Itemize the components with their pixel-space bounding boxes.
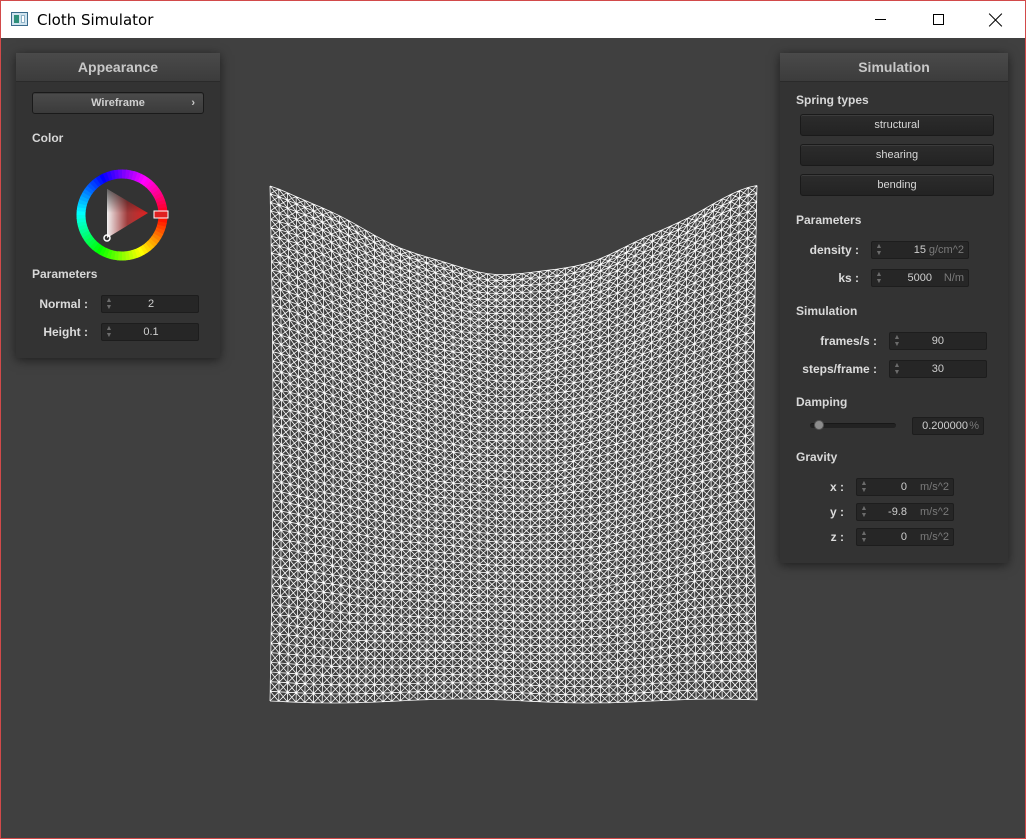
cloth-wireframe-lines (269, 185, 758, 704)
app-icon (11, 12, 28, 26)
steps-per-frame-input[interactable]: ▲ ▼ 30 (889, 360, 987, 378)
shading-mode-value: Wireframe (91, 97, 145, 109)
close-icon (989, 13, 1003, 27)
chevron-right-icon: › (191, 97, 195, 109)
damping-input[interactable]: 0.200000 % (912, 417, 984, 435)
spinner-icon[interactable]: ▲ ▼ (860, 480, 868, 494)
damping-label: Damping (796, 395, 848, 409)
gravity-z-input[interactable]: ▲ ▼ 0 m/s^2 (856, 528, 954, 546)
gravity-label: Gravity (796, 450, 838, 464)
spinner-icon[interactable]: ▲ ▼ (860, 505, 868, 519)
ks-label: ks : (838, 271, 859, 285)
shading-mode-dropdown[interactable]: Wireframe › (32, 92, 204, 114)
bending-toggle-button[interactable]: bending (800, 174, 994, 196)
spinner-icon[interactable]: ▲ ▼ (860, 530, 868, 544)
simulation-panel: Simulation Spring types structural shear… (780, 53, 1008, 563)
maximize-icon (932, 14, 944, 25)
density-input[interactable]: ▲ ▼ 15 g/cm^2 (871, 241, 969, 259)
spinner-icon[interactable]: ▲ ▼ (875, 271, 883, 285)
3d-viewport[interactable]: Appearance Wireframe › Color Parameters … (1, 38, 1025, 838)
appearance-parameters-label: Parameters (32, 267, 98, 281)
appearance-panel-title[interactable]: Appearance (16, 53, 220, 82)
height-input[interactable]: ▲ ▼ 0.1 (101, 323, 199, 341)
appearance-panel: Appearance Wireframe › Color Parameters … (16, 53, 220, 358)
gravity-y-label: y : (829, 505, 844, 519)
density-label: density : (809, 243, 859, 257)
spinner-icon[interactable]: ▲ ▼ (875, 243, 883, 257)
hue-selector[interactable] (153, 210, 169, 219)
simulation-parameters-label: Parameters (796, 213, 862, 227)
normal-label: Normal : (39, 297, 88, 311)
normal-input[interactable]: ▲ ▼ 2 (101, 295, 199, 313)
damping-slider-handle[interactable] (813, 420, 824, 430)
gravity-y-input[interactable]: ▲ ▼ -9.8 m/s^2 (856, 503, 954, 521)
simulation-panel-title[interactable]: Simulation (780, 53, 1008, 82)
frames-per-second-label: frames/s : (820, 334, 877, 348)
color-wheel[interactable] (72, 165, 172, 265)
ks-input[interactable]: ▲ ▼ 5000 N/m (871, 269, 969, 287)
spinner-icon[interactable]: ▲ ▼ (893, 362, 901, 376)
minimize-button[interactable] (851, 1, 909, 38)
simulation-section-label: Simulation (796, 304, 858, 318)
height-label: Height : (43, 325, 88, 339)
app-window: Cloth Simulator Appearance Wireframe › C… (0, 0, 1026, 839)
shearing-toggle-button[interactable]: shearing (800, 144, 994, 166)
spring-types-label: Spring types (796, 93, 869, 107)
spinner-icon[interactable]: ▲ ▼ (893, 334, 901, 348)
color-section-label: Color (32, 131, 64, 145)
window-title: Cloth Simulator (37, 11, 154, 29)
title-bar[interactable]: Cloth Simulator (1, 1, 1025, 38)
minimize-icon (874, 19, 886, 20)
gravity-z-label: z : (830, 530, 844, 544)
close-button[interactable] (967, 1, 1025, 38)
gravity-x-label: x : (829, 480, 844, 494)
structural-toggle-button[interactable]: structural (800, 114, 994, 136)
steps-per-frame-label: steps/frame : (802, 362, 877, 376)
maximize-button[interactable] (909, 1, 967, 38)
frames-per-second-input[interactable]: ▲ ▼ 90 (889, 332, 987, 350)
gravity-x-input[interactable]: ▲ ▼ 0 m/s^2 (856, 478, 954, 496)
